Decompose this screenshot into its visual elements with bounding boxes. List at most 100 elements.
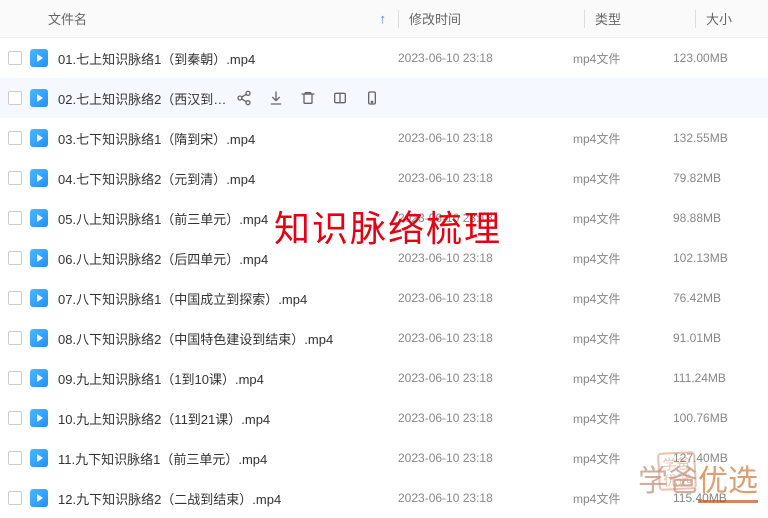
file-name-cell[interactable]: 01.七上知识脉络1（到秦朝）.mp4: [58, 49, 398, 68]
video-file-icon: [30, 409, 48, 427]
table-row[interactable]: 04.七下知识脉络2（元到清）.mp4 2023-06-10 23:18mp4文件…: [0, 158, 768, 198]
file-date: 2023-06-10 23:18: [398, 411, 573, 425]
file-icon-cell: [30, 449, 58, 467]
col-header-type[interactable]: 类型: [595, 9, 695, 28]
file-icon-cell: [30, 289, 58, 307]
file-name-cell[interactable]: 10.九上知识脉络2（11到21课）.mp4: [58, 409, 398, 428]
file-icon-cell: [30, 489, 58, 507]
row-checkbox[interactable]: [0, 211, 30, 225]
table-row[interactable]: 11.九下知识脉络1（前三单元）.mp42023-06-10 23:18mp4文…: [0, 438, 768, 478]
video-file-icon: [30, 449, 48, 467]
file-name-cell[interactable]: 08.八下知识脉络2（中国特色建设到结束）.mp4: [58, 329, 398, 348]
file-name-cell[interactable]: 04.七下知识脉络2（元到清）.mp4: [58, 169, 398, 188]
share-icon[interactable]: [236, 90, 252, 106]
table-row[interactable]: 05.八上知识脉络1（前三单元）.mp4 2023-06-10 23:18mp4文…: [0, 198, 768, 238]
file-date: 2023-06-10 23:18: [398, 131, 573, 145]
row-checkbox[interactable]: [0, 171, 30, 185]
file-type: mp4文件: [573, 210, 673, 227]
file-type: mp4文件: [573, 50, 673, 67]
row-checkbox[interactable]: [0, 411, 30, 425]
video-file-icon: [30, 169, 48, 187]
file-name: 06.八上知识脉络2（后四单元）.mp4: [58, 249, 268, 268]
file-name-cell[interactable]: 12.九下知识脉络2（二战到结束）.mp4: [58, 489, 398, 508]
file-icon-cell: [30, 129, 58, 147]
row-checkbox[interactable]: [0, 451, 30, 465]
file-icon-cell: [30, 249, 58, 267]
file-name-cell[interactable]: 02.七上知识脉络2（西汉到南北朝）.mp4: [58, 89, 398, 108]
row-checkbox[interactable]: [0, 491, 30, 505]
file-type: mp4文件: [573, 250, 673, 267]
file-date: 2023-06-10 23:18: [398, 51, 573, 65]
video-file-icon: [30, 249, 48, 267]
file-size: 132.55MB: [673, 131, 768, 145]
file-name-cell[interactable]: 09.九上知识脉络1（1到10课）.mp4: [58, 369, 398, 388]
file-icon-cell: [30, 369, 58, 387]
col-header-name[interactable]: 文件名 ↑: [0, 9, 398, 28]
row-checkbox[interactable]: [0, 291, 30, 305]
col-header-size[interactable]: 大小: [706, 9, 768, 28]
file-icon-cell: [30, 89, 58, 107]
file-date: 2023-06-10 23:18: [398, 491, 573, 505]
table-row[interactable]: 01.七上知识脉络1（到秦朝）.mp42023-06-10 23:18mp4文件…: [0, 38, 768, 78]
col-header-date[interactable]: 修改时间: [409, 9, 584, 28]
row-checkbox[interactable]: [0, 91, 30, 105]
row-actions: [236, 90, 380, 106]
file-name: 08.八下知识脉络2（中国特色建设到结束）.mp4: [58, 329, 333, 348]
file-date: 2023-06-10 23:18: [398, 211, 573, 225]
video-file-icon: [30, 289, 48, 307]
delete-icon[interactable]: [300, 90, 316, 106]
file-name-cell[interactable]: 07.八下知识脉络1（中国成立到探索）.mp4: [58, 289, 398, 308]
file-name-cell[interactable]: 03.七下知识脉络1（隋到宋）.mp4: [58, 129, 398, 148]
file-type: mp4文件: [573, 170, 673, 187]
file-size: 100.76MB: [673, 411, 768, 425]
file-type: mp4文件: [573, 410, 673, 427]
file-date: 2023-06-10 23:18: [398, 251, 573, 265]
file-date: 2023-06-10 23:18: [398, 171, 573, 185]
file-name-cell[interactable]: 06.八上知识脉络2（后四单元）.mp4: [58, 249, 398, 268]
file-type: mp4文件: [573, 450, 673, 467]
file-name-cell[interactable]: 11.九下知识脉络1（前三单元）.mp4: [58, 449, 398, 468]
file-date: 2023-06-10 23:18: [398, 291, 573, 305]
file-type: mp4文件: [573, 330, 673, 347]
file-name: 04.七下知识脉络2（元到清）.mp4: [58, 169, 255, 188]
file-icon-cell: [30, 329, 58, 347]
file-size: 111.24MB: [673, 371, 768, 385]
file-size: 91.01MB: [673, 331, 768, 345]
table-row[interactable]: 02.七上知识脉络2（西汉到南北朝）.mp4: [0, 78, 768, 118]
file-name-cell[interactable]: 05.八上知识脉络1（前三单元）.mp4: [58, 209, 398, 228]
table-row[interactable]: 12.九下知识脉络2（二战到结束）.mp42023-06-10 23:18mp4…: [0, 478, 768, 518]
rename-icon[interactable]: [332, 90, 348, 106]
table-row[interactable]: 09.九上知识脉络1（1到10课）.mp42023-06-10 23:18mp4…: [0, 358, 768, 398]
table-header: 文件名 ↑ 修改时间 类型 大小: [0, 0, 768, 38]
file-name: 05.八上知识脉络1（前三单元）.mp4: [58, 209, 268, 228]
table-row[interactable]: 08.八下知识脉络2（中国特色建设到结束）.mp42023-06-10 23:1…: [0, 318, 768, 358]
table-row[interactable]: 03.七下知识脉络1（隋到宋）.mp42023-06-10 23:18mp4文件…: [0, 118, 768, 158]
video-file-icon: [30, 209, 48, 227]
table-row[interactable]: 10.九上知识脉络2（11到21课）.mp4 2023-06-10 23:18mp…: [0, 398, 768, 438]
col-separator: [584, 10, 585, 28]
file-type: mp4文件: [573, 370, 673, 387]
file-table: 文件名 ↑ 修改时间 类型 大小 01.七上知识脉络1（到秦朝）.mp42023…: [0, 0, 768, 518]
row-checkbox[interactable]: [0, 131, 30, 145]
video-file-icon: [30, 489, 48, 507]
col-separator: [695, 10, 696, 28]
file-name: 10.九上知识脉络2（11到21课）.mp4: [58, 409, 270, 428]
file-date: 2023-06-10 23:18: [398, 371, 573, 385]
video-file-icon: [30, 329, 48, 347]
table-row[interactable]: 06.八上知识脉络2（后四单元）.mp4 2023-06-10 23:18mp4文…: [0, 238, 768, 278]
file-icon-cell: [30, 409, 58, 427]
more-icon[interactable]: [364, 90, 380, 106]
file-name: 03.七下知识脉络1（隋到宋）.mp4: [58, 129, 255, 148]
file-icon-cell: [30, 209, 58, 227]
file-size: 123.00MB: [673, 51, 768, 65]
table-row[interactable]: 07.八下知识脉络1（中国成立到探索）.mp42023-06-10 23:18m…: [0, 278, 768, 318]
row-checkbox[interactable]: [0, 251, 30, 265]
file-size: 102.13MB: [673, 251, 768, 265]
sort-asc-icon[interactable]: ↑: [380, 11, 387, 26]
file-size: 115.40MB: [673, 491, 768, 505]
row-checkbox[interactable]: [0, 331, 30, 345]
row-checkbox[interactable]: [0, 51, 30, 65]
col-name-label: 文件名: [48, 9, 87, 28]
row-checkbox[interactable]: [0, 371, 30, 385]
download-icon[interactable]: [268, 90, 284, 106]
